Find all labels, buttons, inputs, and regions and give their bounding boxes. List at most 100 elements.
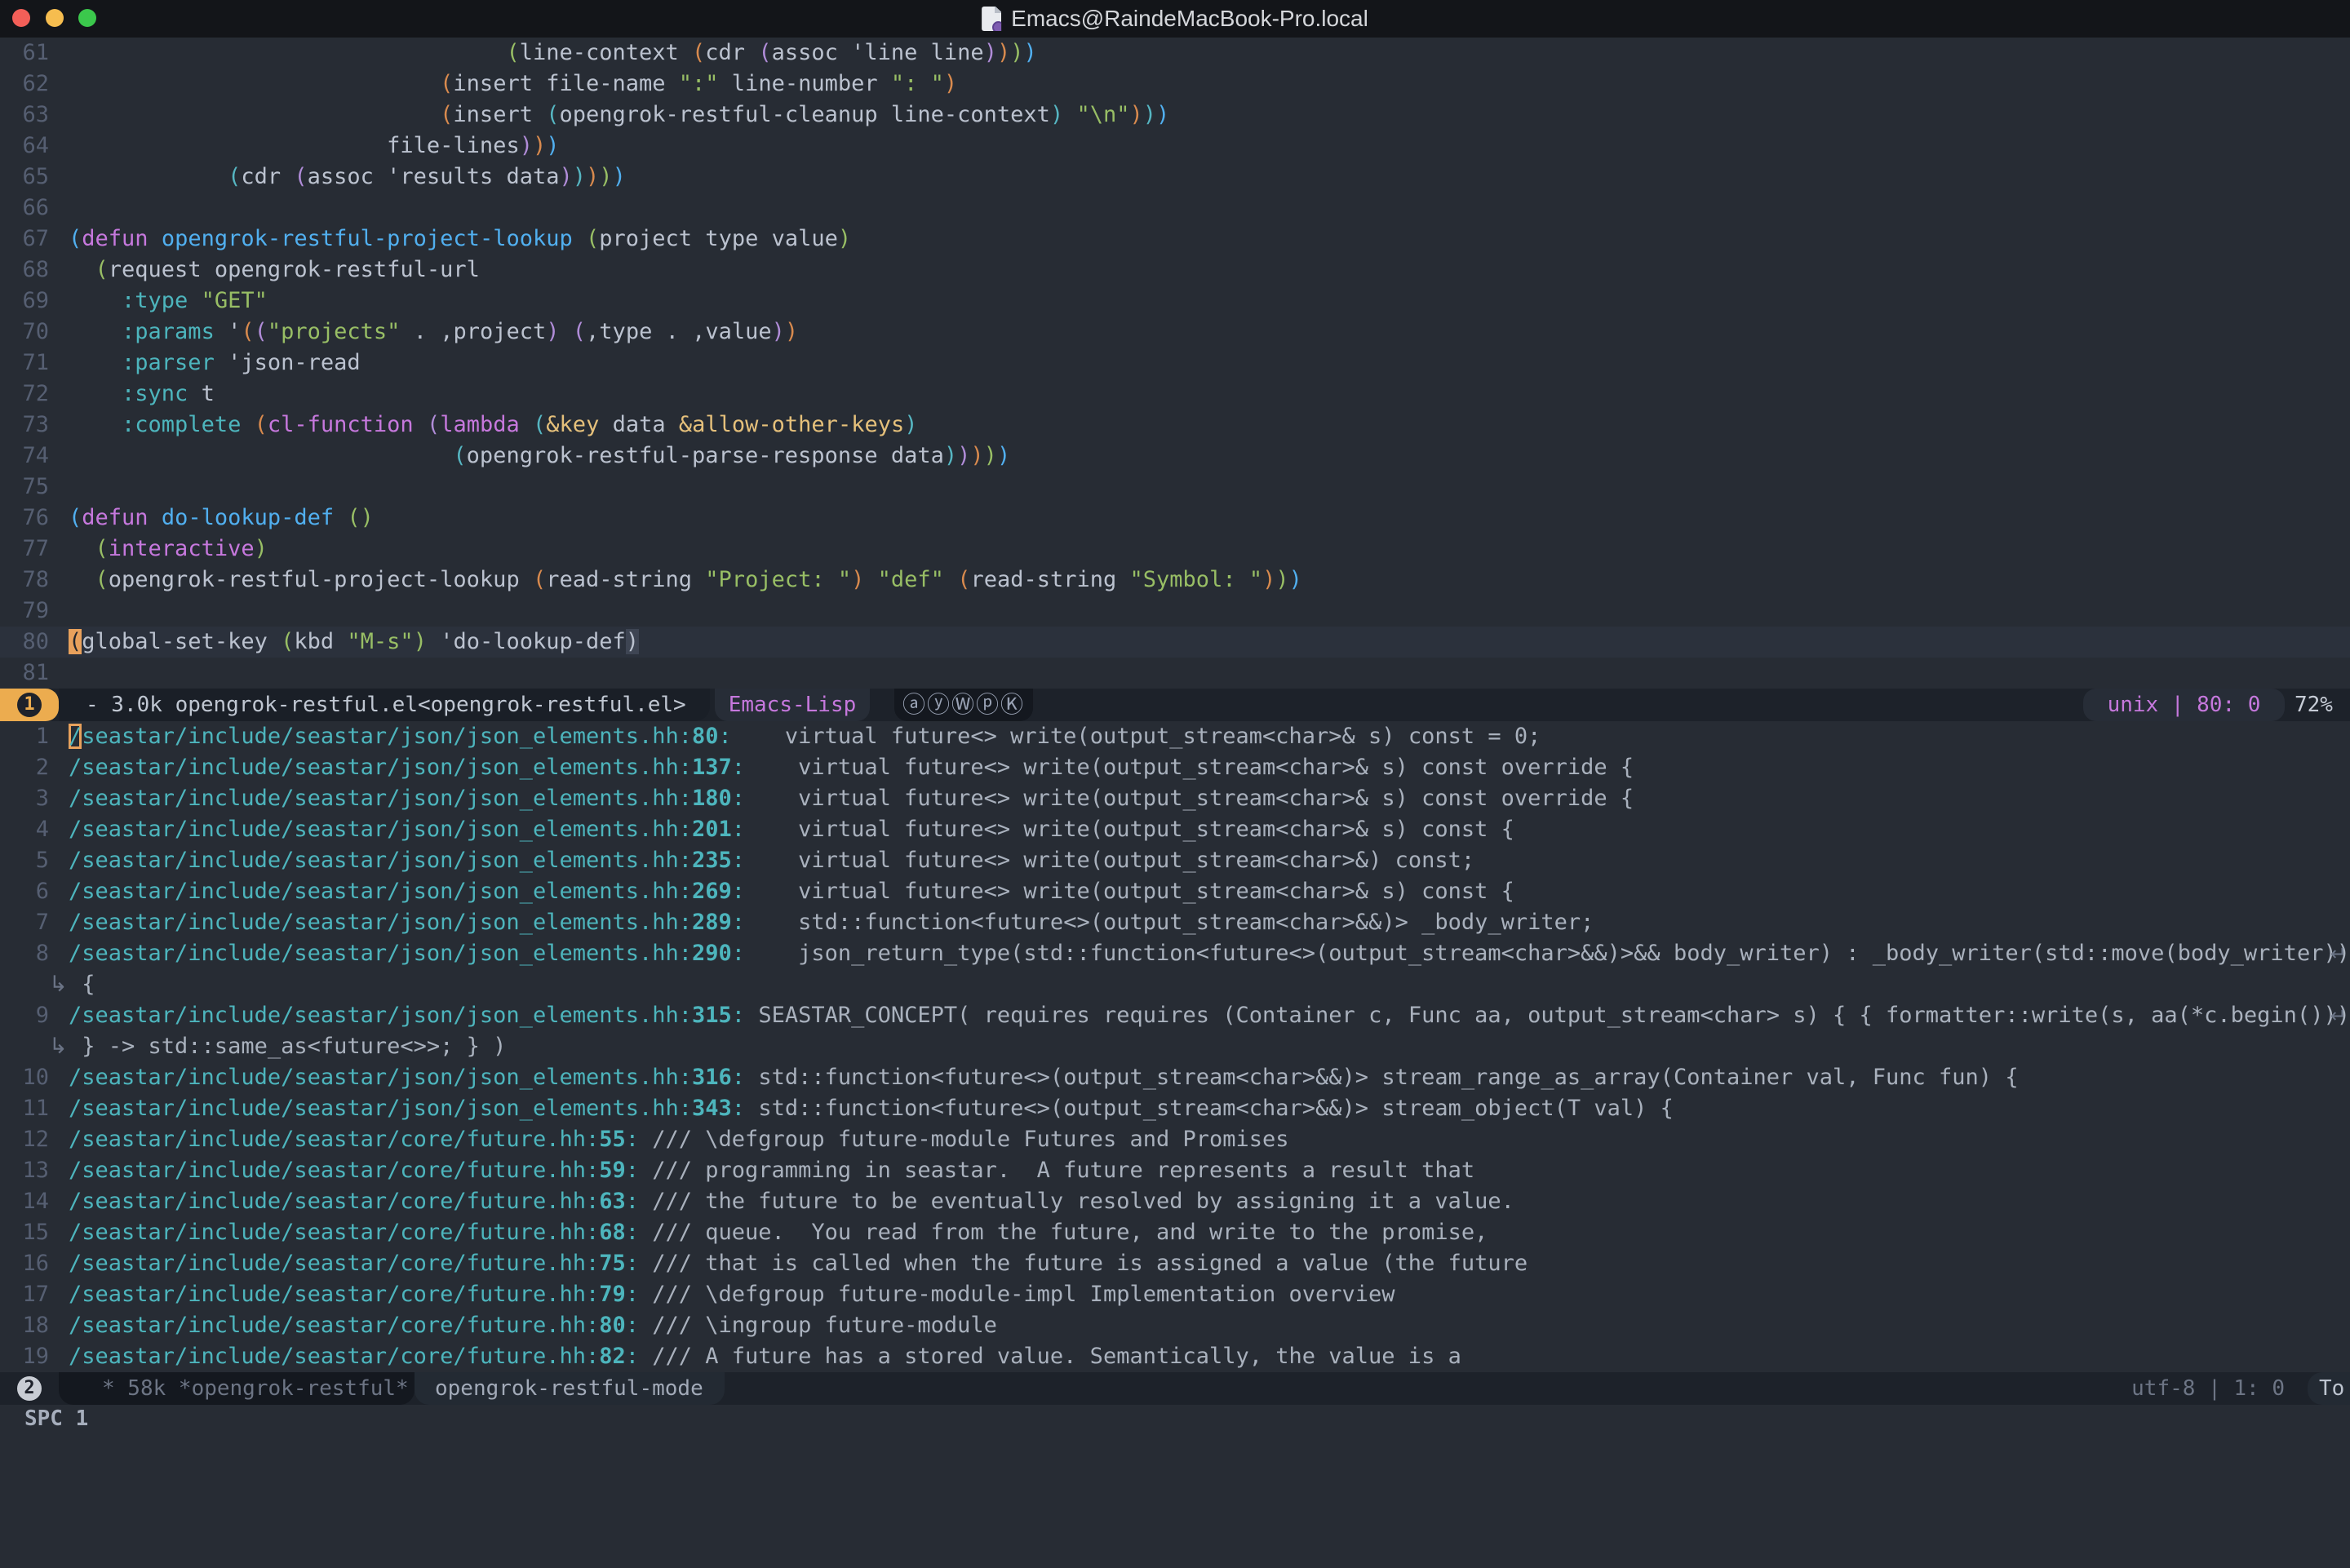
scroll-percentage: 72% xyxy=(2295,689,2350,721)
result-row[interactable]: 11/seastar/include/seastar/json/json_ele… xyxy=(0,1093,2350,1124)
file-path[interactable]: /seastar/include/seastar/core/future.hh: xyxy=(69,1189,599,1214)
line-number: 4 xyxy=(0,814,69,845)
line-number: 13 xyxy=(0,1155,69,1186)
code-line[interactable]: 68 (request opengrok-restful-url xyxy=(0,255,2350,286)
window-number: 2 xyxy=(17,1376,42,1401)
result-row[interactable]: 14/seastar/include/seastar/core/future.h… xyxy=(0,1186,2350,1217)
code-line[interactable]: 70 :params '(("projects" . ,project) (,t… xyxy=(0,317,2350,348)
match-text: /// that is called when the future is as… xyxy=(639,1251,1528,1276)
close-icon[interactable] xyxy=(12,9,30,27)
file-path[interactable]: /seastar/include/seastar/json/json_eleme… xyxy=(69,848,692,873)
result-row[interactable]: 1/seastar/include/seastar/json/json_elem… xyxy=(0,721,2350,752)
minimize-icon[interactable] xyxy=(46,9,64,27)
result-continuation-line[interactable]: ↳ } -> std::same_as<future<>>; } ) xyxy=(0,1031,2350,1062)
file-path[interactable]: /seastar/include/seastar/json/json_eleme… xyxy=(69,1003,692,1028)
line-number: 9 xyxy=(0,1000,69,1031)
code-line[interactable]: 64 file-lines))) xyxy=(0,131,2350,162)
result-row[interactable]: 9/seastar/include/seastar/json/json_elem… xyxy=(0,1000,2350,1031)
result-row[interactable]: 7/seastar/include/seastar/json/json_elem… xyxy=(0,907,2350,938)
major-mode[interactable]: Emacs-Lisp xyxy=(715,689,870,721)
match-line-number: 315 xyxy=(692,1003,732,1028)
match-text: virtual future<> write(output_stream<cha… xyxy=(745,817,1514,842)
match-text: /// queue. You read from the future, and… xyxy=(639,1220,1488,1245)
scroll-position: To xyxy=(2308,1372,2350,1405)
code-line[interactable]: 65 (cdr (assoc 'results data))))) xyxy=(0,162,2350,193)
code-line[interactable]: 66 xyxy=(0,193,2350,224)
file-path[interactable]: /seastar/include/seastar/core/future.hh: xyxy=(69,1251,599,1276)
result-row[interactable]: 19/seastar/include/seastar/core/future.h… xyxy=(0,1341,2350,1372)
encoding-and-position: unix | 80: 0 xyxy=(2083,689,2285,721)
line-number: 6 xyxy=(0,876,69,907)
code-line[interactable]: 80(global-set-key (kbd "M-s") 'do-lookup… xyxy=(0,627,2350,658)
code-line[interactable]: 63 (insert (opengrok-restful-cleanup lin… xyxy=(0,100,2350,131)
wrap-indicator-icon: ↵ xyxy=(2330,1000,2347,1031)
file-path[interactable]: /seastar/include/seastar/json/json_eleme… xyxy=(69,817,692,842)
result-row[interactable]: 13/seastar/include/seastar/core/future.h… xyxy=(0,1155,2350,1186)
match-line-number: 63 xyxy=(599,1189,626,1214)
match-text: virtual future<> write(output_stream<cha… xyxy=(745,879,1514,904)
match-text: std::function<future<>(output_stream<cha… xyxy=(745,1096,1674,1121)
modeline-inactive: 2 * 58k *opengrok-restful* opengrok-rest… xyxy=(0,1372,2350,1405)
code-line[interactable]: 72 :sync t xyxy=(0,379,2350,410)
match-line-number: 269 xyxy=(692,879,732,904)
file-path[interactable]: /seastar/include/seastar/json/json_eleme… xyxy=(69,1096,692,1121)
result-row[interactable]: 10/seastar/include/seastar/json/json_ele… xyxy=(0,1062,2350,1093)
line-number: 75 xyxy=(0,472,69,503)
line-number: 73 xyxy=(0,410,69,441)
match-text: virtual future<> write(output_stream<cha… xyxy=(745,755,1634,780)
match-text: virtual future<> write(output_stream<cha… xyxy=(745,786,1634,811)
result-row[interactable]: 18/seastar/include/seastar/core/future.h… xyxy=(0,1310,2350,1341)
zoom-icon[interactable] xyxy=(78,9,96,27)
match-line-number: 201 xyxy=(692,817,732,842)
result-row[interactable]: 3/seastar/include/seastar/json/json_elem… xyxy=(0,783,2350,814)
code-line[interactable]: 77 (interactive) xyxy=(0,534,2350,565)
result-row[interactable]: 8/seastar/include/seastar/json/json_elem… xyxy=(0,938,2350,969)
line-number: 80 xyxy=(0,627,69,658)
result-continuation-line[interactable]: ↳ { xyxy=(0,969,2350,1000)
result-row[interactable]: 4/seastar/include/seastar/json/json_elem… xyxy=(0,814,2350,845)
buffer-info: - 3.0k opengrok-restful.el<opengrok-rest… xyxy=(59,689,710,721)
file-path[interactable]: /seastar/include/seastar/json/json_eleme… xyxy=(69,879,692,904)
file-path[interactable]: /seastar/include/seastar/json/json_eleme… xyxy=(69,786,692,811)
code-line[interactable]: 61 (line-context (cdr (assoc 'line line)… xyxy=(0,38,2350,69)
result-row[interactable]: 6/seastar/include/seastar/json/json_elem… xyxy=(0,876,2350,907)
result-row[interactable]: 15/seastar/include/seastar/core/future.h… xyxy=(0,1217,2350,1248)
code-line[interactable]: 67(defun opengrok-restful-project-lookup… xyxy=(0,224,2350,255)
result-row[interactable]: 17/seastar/include/seastar/core/future.h… xyxy=(0,1279,2350,1310)
code-line[interactable]: 71 :parser 'json-read xyxy=(0,348,2350,379)
file-path[interactable]: /seastar/include/seastar/json/json_eleme… xyxy=(69,910,692,935)
match-line-number: 80 xyxy=(692,724,719,749)
match-line-number: 79 xyxy=(599,1282,626,1307)
file-path[interactable]: /seastar/include/seastar/core/future.hh: xyxy=(69,1220,599,1245)
code-line[interactable]: 76(defun do-lookup-def () xyxy=(0,503,2350,534)
result-row[interactable]: 16/seastar/include/seastar/core/future.h… xyxy=(0,1248,2350,1279)
file-path[interactable]: /seastar/include/seastar/core/future.hh: xyxy=(69,1158,599,1183)
file-path[interactable]: /seastar/include/seastar/json/json_eleme… xyxy=(69,941,692,966)
code-line[interactable]: 69 :type "GET" xyxy=(0,286,2350,317)
result-row[interactable]: 5/seastar/include/seastar/json/json_elem… xyxy=(0,845,2350,876)
elisp-buffer-window[interactable]: 61 (line-context (cdr (assoc 'line line)… xyxy=(0,38,2350,689)
inactive-cursor: / xyxy=(69,724,82,749)
search-results-window[interactable]: 1/seastar/include/seastar/json/json_elem… xyxy=(0,721,2350,1372)
file-path[interactable]: /seastar/include/seastar/core/future.hh: xyxy=(69,1344,599,1369)
file-path[interactable]: /seastar/include/seastar/core/future.hh: xyxy=(69,1282,599,1307)
code-line[interactable]: 81 xyxy=(0,658,2350,689)
line-number: 71 xyxy=(0,348,69,379)
line-number: 63 xyxy=(0,100,69,131)
code-line[interactable]: 78 (opengrok-restful-project-lookup (rea… xyxy=(0,565,2350,596)
result-row[interactable]: 12/seastar/include/seastar/core/future.h… xyxy=(0,1124,2350,1155)
major-mode[interactable]: opengrok-restful-mode xyxy=(415,1372,725,1405)
file-path[interactable]: /seastar/include/seastar/json/json_eleme… xyxy=(69,1065,692,1090)
file-path[interactable]: /seastar/include/seastar/core/future.hh: xyxy=(69,1127,599,1152)
code-line[interactable]: 73 :complete (cl-function (lambda (&key … xyxy=(0,410,2350,441)
code-line[interactable]: 62 (insert file-name ":" line-number ": … xyxy=(0,69,2350,100)
code-line[interactable]: 79 xyxy=(0,596,2350,627)
code-line[interactable]: 75 xyxy=(0,472,2350,503)
minor-mode-icons[interactable]: ⓐⓨⓌⓟⓀ xyxy=(894,689,1033,721)
file-path[interactable]: /seastar/include/seastar/json/json_eleme… xyxy=(69,755,692,780)
code-line[interactable]: 74 (opengrok-restful-parse-response data… xyxy=(0,441,2350,472)
echo-area[interactable]: SPC 1 xyxy=(0,1405,2350,1433)
file-path[interactable]: /seastar/include/seastar/json/json_eleme… xyxy=(69,724,692,749)
file-path[interactable]: /seastar/include/seastar/core/future.hh: xyxy=(69,1313,599,1338)
result-row[interactable]: 2/seastar/include/seastar/json/json_elem… xyxy=(0,752,2350,783)
